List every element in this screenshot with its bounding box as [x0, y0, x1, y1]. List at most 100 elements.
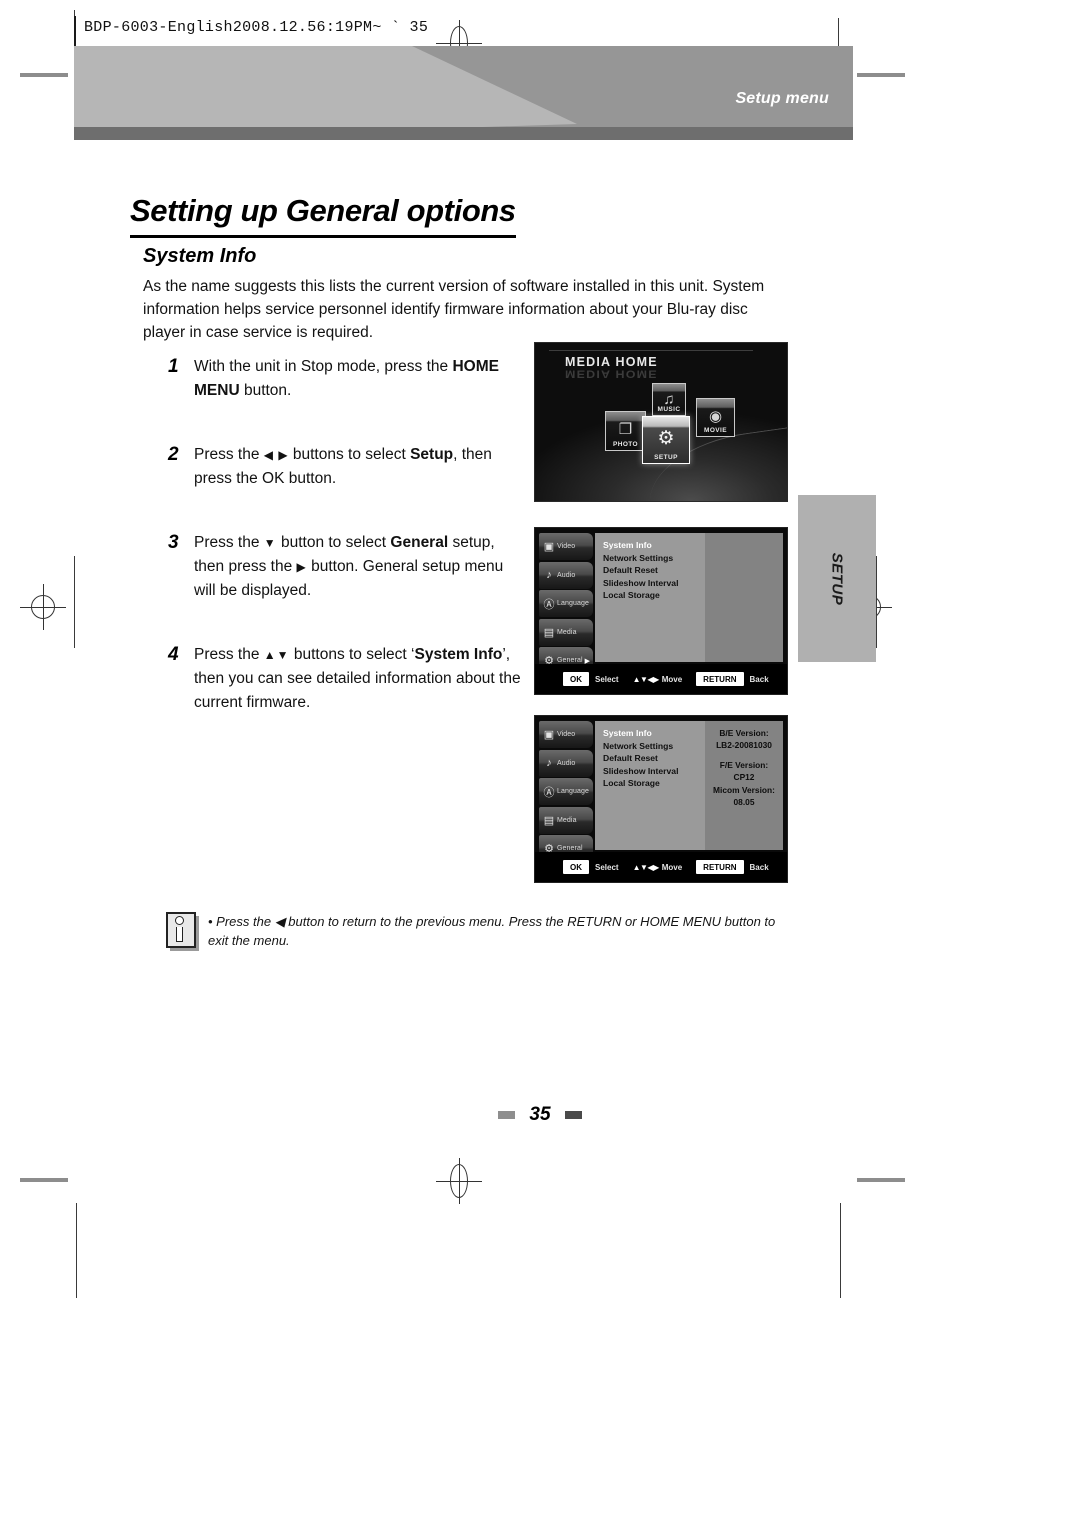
- step-text: Press the ◀ ▶ buttons to select Setup, t…: [194, 443, 528, 491]
- banner-bottom-strip: [74, 127, 853, 140]
- osd-sidebar-label: Media: [557, 628, 577, 636]
- crop-mark-bottom-left: [20, 1178, 68, 1182]
- osd-sidebar-item-media[interactable]: ▤ Media: [539, 806, 593, 834]
- registration-mark-left: [20, 584, 66, 630]
- step-number: 1: [168, 356, 179, 377]
- note-text: • Press the ◀ button to return to the pr…: [208, 914, 776, 948]
- osd-sidebar-label: Language: [557, 788, 589, 795]
- osd-sidebar-item-audio[interactable]: ♪ Audio: [539, 561, 593, 589]
- osd2-bottom-bar: OK Select ▲▼◀▶ Move RETURN Back: [535, 852, 787, 882]
- emphasis-text: Setup: [410, 446, 454, 463]
- osd-menu-item-system-info[interactable]: System Info: [603, 727, 705, 740]
- osd1-dpad-icon: ▲▼◀▶: [632, 674, 660, 684]
- note-block: • Press the ◀ button to return to the pr…: [166, 912, 786, 951]
- page-footer: 35: [0, 1104, 1080, 1126]
- step-4: 4 Press the ▲▼ buttons to select ‘System …: [168, 643, 528, 715]
- osd-sidebar-item-media[interactable]: ▤ Media: [539, 618, 593, 646]
- speaker-icon: ♪: [546, 569, 552, 581]
- media-home-tile-music[interactable]: ♫ MUSIC: [652, 383, 686, 416]
- scan-header-label: BDP-6003-English2008.12.56:19PM~ ` 35: [74, 16, 435, 46]
- osd-menu-item-default-reset[interactable]: Default Reset: [603, 752, 705, 765]
- media-home-top-rule: [549, 350, 753, 351]
- osd2-move-text: Move: [661, 862, 683, 872]
- page-title: Setting up General options: [130, 193, 516, 238]
- step-3: 3 Press the ▼ button to select General se…: [168, 531, 528, 603]
- plain-text: With the unit in Stop mode, press the: [194, 358, 453, 375]
- setup-tile-face: ⚙ SETUP: [642, 416, 690, 464]
- step-2: 2 Press the ◀ ▶ buttons to select Setup, …: [168, 443, 528, 491]
- media-home-tile-setup[interactable]: ⚙ SETUP: [642, 416, 690, 464]
- osd2-version-panel: B/E Version: LB2-20081030 F/E Version: CP12…: [705, 721, 783, 850]
- osd-sidebar-label: Video: [557, 543, 576, 550]
- plain-text: Press the: [194, 646, 264, 663]
- version-value: 08.05: [733, 797, 755, 808]
- version-spacer: [707, 752, 781, 759]
- arrow-glyph: ◀ ▶: [263, 448, 289, 462]
- plain-text: button to select: [276, 534, 391, 551]
- banner-category-label: Setup menu: [735, 90, 829, 107]
- osd2-sidebar: ▣ Video ♪ Audio Ⓐ Language ▤ Media ⚙ General: [539, 721, 593, 862]
- osd-sidebar-label: General: [557, 845, 583, 852]
- osd-menu-item-default-reset[interactable]: Default Reset: [603, 564, 705, 577]
- emphasis-text: General: [390, 534, 449, 551]
- osd-sidebar-item-language[interactable]: Ⓐ Language: [539, 590, 593, 617]
- monitor-icon: ▣: [543, 541, 555, 553]
- osd2-ok-key[interactable]: OK: [563, 860, 589, 874]
- osd2-return-key[interactable]: RETURN: [696, 860, 744, 874]
- media-home-title: MEDIA HOME: [565, 355, 658, 369]
- osd-sidebar-item-audio[interactable]: ♪ Audio: [539, 749, 593, 777]
- setup-menu-screenshot-system-info: ▣ Video ♪ Audio Ⓐ Language ▤ Media ⚙ General Syst…: [534, 715, 788, 883]
- crop-mark-bottom-left-vertical: [76, 1203, 77, 1298]
- osd-sidebar-item-video[interactable]: ▣ Video: [539, 533, 593, 560]
- osd-menu-item-local-storage[interactable]: Local Storage: [603, 589, 705, 602]
- emphasis-text: System Info: [414, 646, 503, 663]
- crop-mark-bottom-right: [857, 1178, 905, 1182]
- osd-sidebar-label: Audio: [557, 571, 576, 579]
- step-number: 2: [168, 444, 179, 465]
- step-text: Press the ▲▼ buttons to select ‘System I…: [194, 643, 528, 715]
- osd-sidebar-label: General: [557, 657, 583, 664]
- media-home-tile-movie[interactable]: ◉ MOVIE: [696, 398, 735, 437]
- crop-mark-top-right: [857, 73, 905, 77]
- speaker-icon: ♪: [546, 757, 552, 769]
- osd-sidebar-item-language[interactable]: Ⓐ Language: [539, 778, 593, 805]
- version-label: Micom Version:: [713, 784, 775, 795]
- plain-text: Press the: [194, 534, 264, 551]
- osd-sidebar-label: Media: [557, 816, 577, 824]
- side-tab-label: SETUP: [828, 552, 846, 605]
- step-text: With the unit in Stop mode, press the HO…: [194, 355, 528, 403]
- osd-menu-item-network-settings[interactable]: Network Settings: [603, 552, 705, 565]
- osd1-ok-key[interactable]: OK: [563, 672, 589, 686]
- footer-dash-right: [565, 1111, 583, 1119]
- trim-line-left: [74, 556, 75, 648]
- osd2-ok-text: Select: [595, 862, 619, 872]
- film-icon: ▤: [543, 814, 555, 827]
- osd1-sidebar: ▣ Video ♪ Audio Ⓐ Language ▤ Media ⚙ General ▶: [539, 533, 593, 674]
- numbered-steps-list: 1 With the unit in Stop mode, press the H…: [168, 355, 528, 755]
- media-home-tile-photo[interactable]: ❐ PHOTO: [605, 411, 646, 451]
- osd1-menu-list: System Info Network Settings Default Reset…: [595, 533, 705, 662]
- osd-sidebar-item-video[interactable]: ▣ Video: [539, 721, 593, 748]
- osd1-bottom-bar: OK Select ▲▼◀▶ Move RETURN Back: [535, 664, 787, 694]
- osd-menu-item-slideshow-interval[interactable]: Slideshow Interval: [603, 765, 705, 778]
- osd-menu-item-local-storage[interactable]: Local Storage: [603, 777, 705, 790]
- osd1-return-text: Back: [749, 674, 769, 684]
- side-tab-setup: SETUP: [798, 495, 876, 662]
- osd-menu-item-slideshow-interval[interactable]: Slideshow Interval: [603, 577, 705, 590]
- step-1: 1 With the unit in Stop mode, press the H…: [168, 355, 528, 403]
- arrow-glyph: ▼: [263, 536, 277, 550]
- photo-icon: ❐: [618, 420, 633, 438]
- plain-text: buttons to select: [288, 446, 411, 463]
- osd-sidebar-label: Audio: [557, 759, 576, 767]
- osd1-return-key[interactable]: RETURN: [696, 672, 744, 686]
- osd1-detail-panel: [705, 533, 783, 662]
- osd-menu-item-system-info[interactable]: System Info: [603, 539, 705, 552]
- osd-menu-item-network-settings[interactable]: Network Settings: [603, 740, 705, 753]
- intro-paragraph: As the name suggests this lists the curr…: [143, 277, 765, 341]
- version-label: B/E Version:: [719, 728, 769, 738]
- abc-icon: Ⓐ: [543, 786, 555, 799]
- osd2-return-text: Back: [749, 862, 769, 872]
- setup-tile-caption: SETUP: [654, 454, 678, 461]
- footer-dash-left: [497, 1111, 515, 1119]
- version-label: F/E Version:: [719, 759, 769, 770]
